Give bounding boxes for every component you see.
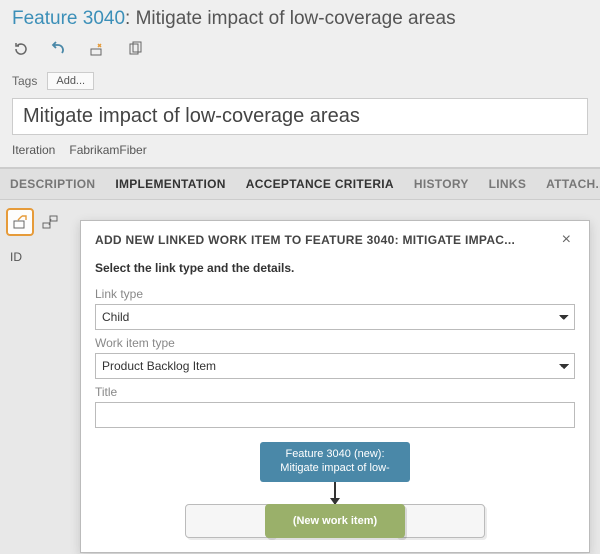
iteration-value[interactable]: FabrikamFiber — [69, 143, 146, 157]
work-item-type-label: Work item type — [95, 336, 575, 350]
close-icon[interactable]: × — [558, 231, 575, 249]
link-existing-icon[interactable] — [40, 212, 60, 232]
id-column-label: ID — [6, 250, 64, 264]
tab-bar: DESCRIPTION IMPLEMENTATION ACCEPTANCE CR… — [0, 168, 600, 200]
work-item-title-input[interactable] — [12, 98, 588, 135]
tab-implementation[interactable]: IMPLEMENTATION — [105, 169, 235, 199]
diagram-sibling-right — [395, 504, 485, 538]
dialog-instruction: Select the link type and the details. — [95, 261, 575, 275]
tab-attachments[interactable]: ATTACH... — [536, 169, 600, 199]
diagram-arrow-icon — [334, 482, 336, 504]
diagram-new-item-node: (New work item) — [265, 504, 405, 538]
tab-acceptance-criteria[interactable]: ACCEPTANCE CRITERIA — [236, 169, 404, 199]
link-type-label: Link type — [95, 287, 575, 301]
add-tag-button[interactable]: Add... — [47, 72, 94, 90]
link-type-select[interactable]: Child — [95, 304, 575, 330]
refresh-icon[interactable] — [12, 40, 30, 58]
link-work-item-icon[interactable] — [88, 40, 106, 58]
feature-number: Feature 3040 — [12, 8, 125, 29]
new-linked-item-icon[interactable] — [6, 208, 34, 236]
feature-title-rest: : Mitigate impact of low-coverage areas — [125, 8, 456, 29]
work-item-heading: Feature 3040: Mitigate impact of low-cov… — [0, 0, 600, 34]
link-diagram: Feature 3040 (new): Mitigate impact of l… — [95, 442, 575, 538]
undo-icon[interactable] — [50, 40, 68, 58]
iteration-label: Iteration — [12, 143, 55, 157]
title-input[interactable] — [95, 402, 575, 428]
tags-label: Tags — [12, 74, 37, 88]
add-linked-work-item-dialog: ADD NEW LINKED WORK ITEM TO FEATURE 3040… — [80, 220, 590, 553]
tab-history[interactable]: HISTORY — [404, 169, 479, 199]
dialog-title: ADD NEW LINKED WORK ITEM TO FEATURE 3040… — [95, 233, 515, 247]
copy-icon[interactable] — [126, 40, 144, 58]
tab-links[interactable]: LINKS — [479, 169, 537, 199]
work-item-type-select[interactable]: Product Backlog Item — [95, 353, 575, 379]
toolbar — [0, 34, 600, 68]
diagram-sibling-left — [185, 504, 275, 538]
diagram-parent-node: Feature 3040 (new): Mitigate impact of l… — [260, 442, 410, 482]
title-label: Title — [95, 385, 575, 399]
tab-description[interactable]: DESCRIPTION — [0, 169, 105, 199]
